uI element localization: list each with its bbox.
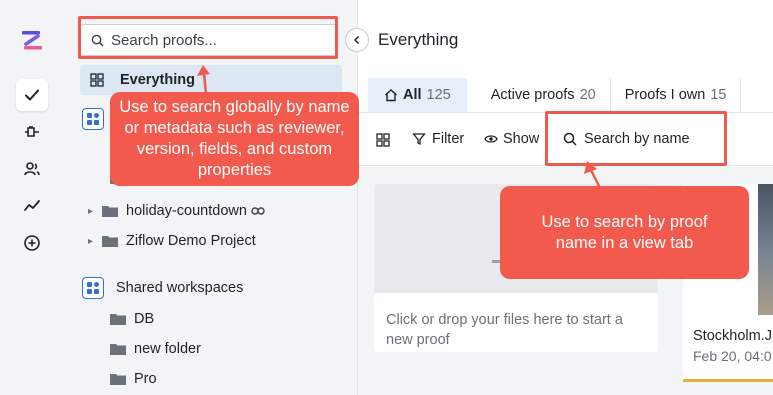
sidebar: Search proofs... Everything ▸ holiday-co…	[64, 0, 358, 395]
integrations-nav-button[interactable]	[16, 116, 48, 148]
filter-button[interactable]: Filter	[412, 131, 464, 147]
home-icon	[385, 89, 397, 102]
workspace-icon	[82, 277, 104, 299]
folder-icon	[102, 206, 118, 217]
grid-view-button[interactable]	[376, 133, 390, 147]
folder-icon	[110, 344, 126, 355]
view-tabs: All 125 Active proofs 20 Proofs I own 15	[368, 78, 742, 112]
check-icon	[25, 89, 39, 101]
everything-label: Everything	[120, 72, 195, 88]
folder-icon	[102, 236, 118, 247]
tab-count: 15	[710, 87, 727, 103]
tree-item-label: holiday-countdown	[126, 203, 247, 219]
tab-proofs-i-own[interactable]: Proofs I own 15	[611, 78, 742, 112]
drop-zone-text: Click or drop your files here to start a…	[386, 312, 623, 348]
view-search-callout: Use to search by proof name in a view ta…	[500, 186, 749, 279]
sidebar-item-shared-workspaces[interactable]: Shared workspaces	[82, 275, 243, 301]
workspace-icon	[82, 108, 104, 130]
caret-right-icon[interactable]: ▸	[88, 206, 102, 217]
plug-icon	[25, 126, 39, 137]
tab-label: Active proofs	[490, 87, 575, 103]
page-title: Everything	[378, 30, 459, 49]
proof-name: Stockholm.J	[693, 328, 772, 344]
link-icon	[251, 207, 265, 215]
grid-icon	[376, 133, 390, 147]
grid-icon	[90, 73, 106, 87]
view-search-highlight	[545, 111, 727, 166]
global-search-highlight	[78, 16, 338, 59]
filter-icon	[412, 133, 426, 146]
shared-workspaces-label: Shared workspaces	[116, 280, 244, 296]
activity-icon	[24, 200, 40, 211]
app-rail	[0, 0, 64, 395]
caret-right-icon[interactable]: ▸	[88, 236, 102, 247]
users-nav-button[interactable]	[16, 153, 48, 185]
tree-item-ziflow-demo-project[interactable]: ▸ Ziflow Demo Project	[88, 228, 256, 254]
tab-active-proofs[interactable]: Active proofs 20	[467, 78, 611, 112]
global-search-callout-text: Use to search globally by name or metada…	[119, 98, 350, 179]
collapse-sidebar-button[interactable]	[345, 28, 369, 52]
show-button[interactable]: Show	[484, 131, 539, 147]
reports-nav-button[interactable]	[16, 190, 48, 222]
ziflow-logo[interactable]	[18, 26, 46, 54]
folder-icon	[110, 374, 126, 385]
global-search-callout: Use to search globally by name or metada…	[110, 92, 359, 186]
eye-icon	[484, 135, 498, 143]
add-circle-icon	[24, 235, 40, 251]
tree-item-label: Ziflow Demo Project	[126, 233, 256, 249]
tab-count: 125	[426, 87, 451, 103]
tree-item-label: Pro	[134, 371, 157, 387]
tree-item-pro[interactable]: Pro	[110, 366, 157, 392]
tree-item-label: DB	[134, 311, 155, 327]
show-label: Show	[503, 131, 540, 147]
filter-label: Filter	[432, 131, 465, 147]
view-search-callout-text: Use to search by proof name in a view ta…	[541, 212, 708, 252]
proofs-nav-button[interactable]	[16, 79, 48, 111]
tree-item-new-folder[interactable]: new folder	[110, 336, 201, 362]
tree-item-label: new folder	[134, 341, 201, 357]
chevron-left-icon	[353, 35, 360, 45]
folder-icon	[110, 314, 126, 325]
proof-thumbnail	[758, 184, 773, 315]
tab-count: 20	[579, 87, 596, 103]
create-nav-button[interactable]	[16, 227, 48, 259]
tree-item-db[interactable]: DB	[110, 306, 154, 332]
tab-label: Proofs I own	[624, 87, 706, 103]
tab-all[interactable]: All 125	[368, 78, 467, 112]
tree-item-holiday-countdown[interactable]: ▸ holiday-countdown	[88, 198, 265, 224]
proof-date: Feb 20, 04:0	[693, 348, 772, 364]
tab-label: All	[403, 87, 422, 103]
users-icon	[24, 162, 40, 176]
